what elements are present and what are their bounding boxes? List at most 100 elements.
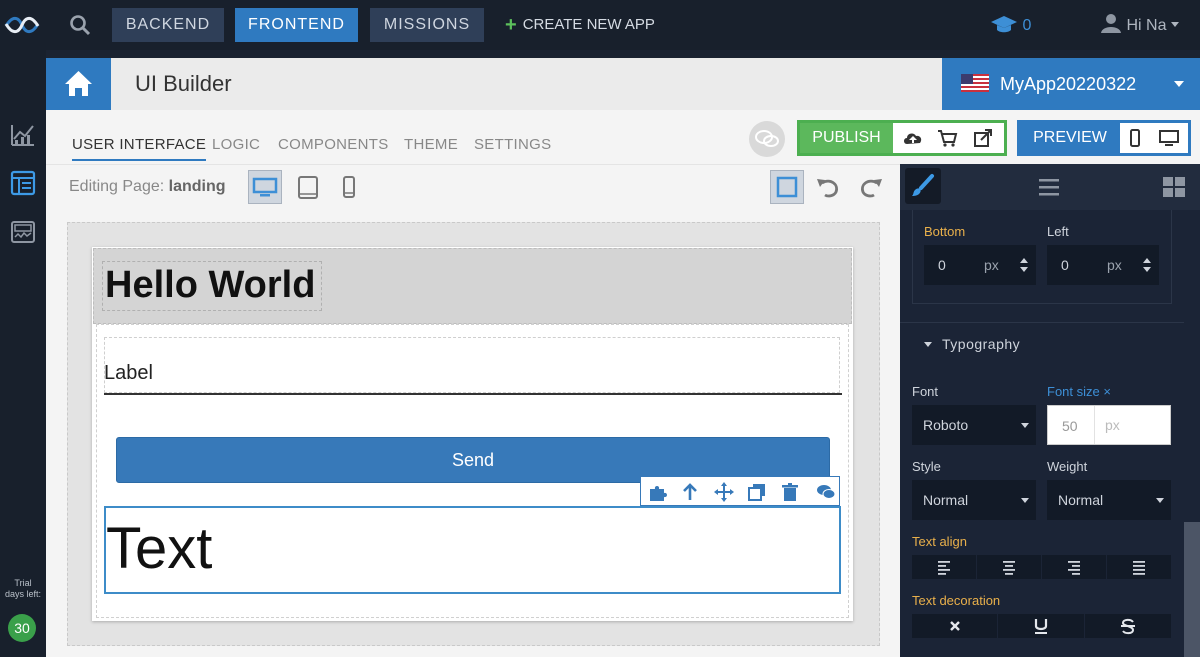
trial-line-2: days left:	[4, 589, 42, 599]
chevron-down-icon	[1021, 498, 1029, 503]
properties-list-icon[interactable]	[1037, 175, 1061, 199]
style-select[interactable]: Normal	[912, 480, 1036, 520]
spinner-icon[interactable]	[1143, 257, 1151, 273]
search-icon[interactable]	[68, 13, 92, 37]
publish-button[interactable]: PUBLISH	[800, 123, 893, 153]
left-value: 0	[1061, 257, 1069, 273]
cart-icon[interactable]	[936, 127, 958, 149]
style-label: Style	[912, 459, 941, 474]
external-link-icon[interactable]	[972, 127, 994, 149]
left-label: Left	[1047, 224, 1069, 239]
typography-label: Typography	[942, 336, 1021, 352]
typography-section-toggle[interactable]: Typography	[924, 336, 1020, 352]
mobile-view-button[interactable]	[332, 170, 366, 204]
align-right-button[interactable]	[1042, 555, 1107, 579]
backend-tab[interactable]: BACKEND	[112, 8, 224, 42]
text-component-selected[interactable]	[104, 506, 841, 594]
analytics-icon[interactable]	[9, 121, 37, 149]
tab-components[interactable]: COMPONENTS	[278, 136, 389, 153]
tab-logic[interactable]: LOGIC	[212, 136, 260, 153]
font-select[interactable]: Roboto	[912, 405, 1036, 445]
user-greeting: Hi Na	[1126, 17, 1167, 34]
trash-icon[interactable]	[779, 481, 801, 503]
trial-days-badge[interactable]: 30	[8, 614, 36, 642]
mobile-preview-icon[interactable]	[1124, 127, 1146, 149]
align-right-icon	[1068, 561, 1080, 575]
align-left-button[interactable]	[912, 555, 977, 579]
comments-icon[interactable]	[815, 481, 837, 503]
text-align-group	[912, 555, 1171, 579]
weight-select[interactable]: Normal	[1047, 480, 1171, 520]
editing-page-name: landing	[168, 178, 226, 195]
user-menu[interactable]: Hi Na	[1100, 13, 1179, 37]
clear-font-size-icon[interactable]: ×	[1103, 384, 1111, 399]
align-left-icon	[938, 561, 950, 575]
preview-group: PREVIEW	[1017, 120, 1191, 156]
decoration-strikethrough-button[interactable]	[1085, 614, 1171, 638]
left-input[interactable]: 0 px	[1047, 245, 1159, 285]
tab-settings[interactable]: SETTINGS	[474, 136, 551, 153]
outline-toggle-button[interactable]	[770, 170, 804, 204]
redo-icon[interactable]	[857, 174, 885, 200]
tab-theme[interactable]: THEME	[404, 136, 458, 153]
tab-user-interface[interactable]: USER INTERFACE	[72, 136, 207, 161]
panel-scrollbar-thumb[interactable]	[1184, 522, 1200, 657]
strikethrough-icon	[1121, 618, 1135, 635]
dashboard-icon[interactable]	[9, 218, 37, 246]
decoration-none-button[interactable]	[912, 614, 998, 638]
font-size-input[interactable]: 50 px	[1047, 405, 1171, 445]
comments-button[interactable]	[749, 121, 785, 157]
align-justify-button[interactable]	[1107, 555, 1171, 579]
desktop-preview-icon[interactable]	[1158, 127, 1180, 149]
us-flag-icon	[961, 74, 989, 92]
achievements-button[interactable]: 0	[990, 13, 1031, 37]
weight-value: Normal	[1058, 492, 1104, 508]
publish-group: PUBLISH	[797, 120, 1007, 156]
editing-page-label: Editing Page: landing	[69, 178, 226, 196]
puzzle-icon[interactable]	[647, 481, 669, 503]
preview-button[interactable]: PREVIEW	[1020, 123, 1120, 153]
cloud-upload-icon[interactable]	[902, 127, 924, 149]
desktop-view-button[interactable]	[248, 170, 282, 204]
missions-tab[interactable]: MISSIONS	[370, 8, 484, 42]
graduation-cap-icon	[991, 16, 1017, 33]
square-icon	[776, 176, 798, 198]
ui-builder-icon[interactable]	[9, 169, 37, 197]
grid-layout-icon[interactable]	[1162, 175, 1186, 199]
weight-label: Weight	[1047, 459, 1088, 474]
arrow-up-icon[interactable]	[679, 481, 701, 503]
spinner-icon[interactable]	[1020, 257, 1028, 273]
duplicate-icon[interactable]	[746, 481, 768, 503]
move-icon[interactable]	[713, 481, 735, 503]
tablet-icon	[298, 176, 318, 199]
bottom-input[interactable]: 0 px	[924, 245, 1036, 285]
trial-label: Trial days left:	[0, 578, 46, 600]
create-new-app-button[interactable]: + CREATE NEW APP	[505, 8, 655, 42]
align-justify-icon	[1133, 561, 1145, 575]
tablet-view-button[interactable]	[291, 170, 325, 204]
paintbrush-icon	[912, 174, 934, 196]
home-icon	[65, 71, 92, 96]
editing-prefix: Editing Page:	[69, 178, 165, 195]
chevron-down-icon	[1156, 498, 1164, 503]
desktop-icon	[252, 177, 278, 197]
decoration-underline-button[interactable]	[998, 614, 1085, 638]
app-selector[interactable]: MyApp20220322	[942, 58, 1200, 110]
font-value: Roboto	[923, 417, 969, 433]
chevron-down-icon	[1174, 81, 1184, 87]
input-component[interactable]	[104, 337, 840, 393]
app-logo-icon[interactable]	[2, 8, 42, 42]
align-center-icon	[1003, 561, 1015, 575]
heading-component[interactable]: Hello World	[102, 261, 322, 311]
create-app-label: CREATE NEW APP	[522, 16, 655, 33]
undo-icon[interactable]	[814, 174, 842, 200]
input-underline	[104, 393, 842, 395]
text-component-content: Text	[106, 516, 213, 581]
home-button[interactable]	[46, 58, 111, 110]
app-name: MyApp20220322	[1000, 74, 1137, 94]
align-center-button[interactable]	[977, 555, 1042, 579]
frontend-tab[interactable]: FRONTEND	[235, 8, 358, 42]
user-icon	[1101, 14, 1121, 33]
styles-tab[interactable]	[905, 168, 941, 204]
underline-icon	[1034, 619, 1048, 634]
